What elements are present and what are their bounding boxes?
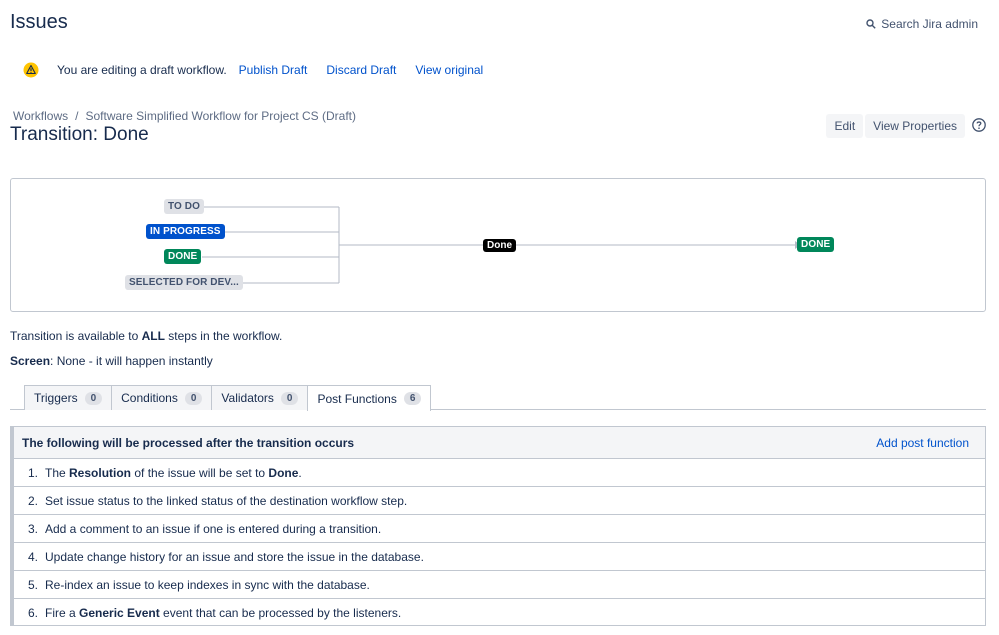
tab-label: Conditions: [121, 391, 178, 405]
breadcrumb-workflows[interactable]: Workflows: [13, 109, 68, 123]
draft-message: You are editing a draft workflow.: [57, 63, 227, 77]
post-functions-header: The following will be processed after th…: [14, 427, 985, 459]
help-icon[interactable]: [972, 118, 986, 132]
search-jira-admin-link[interactable]: Search Jira admin: [866, 17, 978, 31]
tab-label: Validators: [221, 391, 274, 405]
tab-count-badge: 0: [280, 391, 299, 405]
screen-value: : None - it will happen instantly: [50, 354, 213, 368]
row-text: Set issue status to the linked status of…: [45, 493, 408, 508]
breadcrumb: Workflows / Software Simplified Workflow…: [13, 109, 356, 123]
row-text: Fire a Generic Event event that can be p…: [45, 606, 402, 620]
availability-bold: ALL: [141, 329, 165, 343]
row-number: 2.: [28, 493, 39, 508]
discard-draft-link[interactable]: Discard Draft: [326, 63, 396, 77]
tab-label: Triggers: [34, 391, 78, 405]
availability-pre: Transition is available to: [10, 329, 142, 343]
breadcrumb-current-workflow[interactable]: Software Simplified Workflow for Project…: [85, 109, 356, 123]
availability-text: Transition is available to ALL steps in …: [10, 329, 282, 343]
availability-post: steps in the workflow.: [164, 329, 283, 343]
tab-count-badge: 6: [403, 392, 422, 405]
tab-post-functions[interactable]: Post Functions 6: [307, 385, 432, 411]
view-original-link[interactable]: View original: [415, 63, 483, 77]
transition-label[interactable]: Done: [483, 239, 516, 252]
add-post-function-link[interactable]: Add post function: [876, 436, 969, 450]
tab-count-badge: 0: [84, 391, 103, 405]
row-text: Re-index an issue to keep indexes in syn…: [45, 577, 370, 592]
post-function-row: 2. Set issue status to the linked status…: [14, 487, 985, 515]
status-selected-for-dev[interactable]: SELECTED FOR DEV...: [125, 275, 243, 290]
row-text: The Resolution of the issue will be set …: [45, 465, 302, 480]
transition-title: Transition: Done: [10, 124, 149, 145]
tab-triggers[interactable]: Triggers 0: [24, 385, 113, 410]
tab-validators[interactable]: Validators 0: [211, 385, 309, 410]
status-todo[interactable]: TO DO: [164, 199, 204, 214]
warning-icon: [23, 62, 39, 78]
post-function-row: 6. Fire a Generic Event event that can b…: [14, 599, 985, 627]
post-functions-panel: The following will be processed after th…: [10, 426, 986, 626]
search-jira-admin-label: Search Jira admin: [881, 17, 978, 31]
edit-button[interactable]: Edit: [826, 114, 864, 138]
tab-count-badge: 0: [184, 391, 203, 405]
post-function-row: 5. Re-index an issue to keep indexes in …: [14, 571, 985, 599]
draft-banner: You are editing a draft workflow. Publis…: [23, 62, 502, 78]
row-text: Add a comment to an issue if one is ente…: [45, 521, 382, 536]
row-number: 3.: [28, 521, 39, 536]
transition-diagram: TO DO IN PROGRESS DONE SELECTED FOR DEV.…: [10, 178, 986, 312]
post-function-row: 4. Update change history for an issue an…: [14, 543, 985, 571]
post-function-row: 3. Add a comment to an issue if one is e…: [14, 515, 985, 543]
publish-draft-link[interactable]: Publish Draft: [239, 63, 308, 77]
status-done-target[interactable]: DONE: [797, 237, 835, 252]
post-functions-heading: The following will be processed after th…: [22, 435, 355, 450]
row-number: 6.: [28, 606, 39, 620]
post-function-row: 1. The Resolution of the issue will be s…: [14, 459, 985, 487]
search-icon: [866, 19, 876, 29]
row-number: 4.: [28, 549, 39, 564]
status-done-source[interactable]: DONE: [164, 249, 202, 264]
tab-bar: Triggers 0 Conditions 0 Validators 0 Pos…: [24, 385, 432, 411]
view-properties-button[interactable]: View Properties: [865, 114, 965, 138]
status-in-progress[interactable]: IN PROGRESS: [146, 224, 225, 239]
action-buttons: Edit View Properties: [826, 114, 965, 138]
tab-label: Post Functions: [317, 391, 397, 406]
screen-text: Screen: None - it will happen instantly: [10, 354, 213, 368]
page-header-title: Issues: [10, 11, 68, 33]
tab-conditions[interactable]: Conditions 0: [111, 385, 213, 410]
row-number: 5.: [28, 577, 39, 592]
breadcrumb-separator: /: [75, 109, 79, 123]
screen-label: Screen: [10, 354, 51, 368]
row-text: Update change history for an issue and s…: [45, 549, 424, 564]
row-number: 1.: [28, 465, 39, 480]
